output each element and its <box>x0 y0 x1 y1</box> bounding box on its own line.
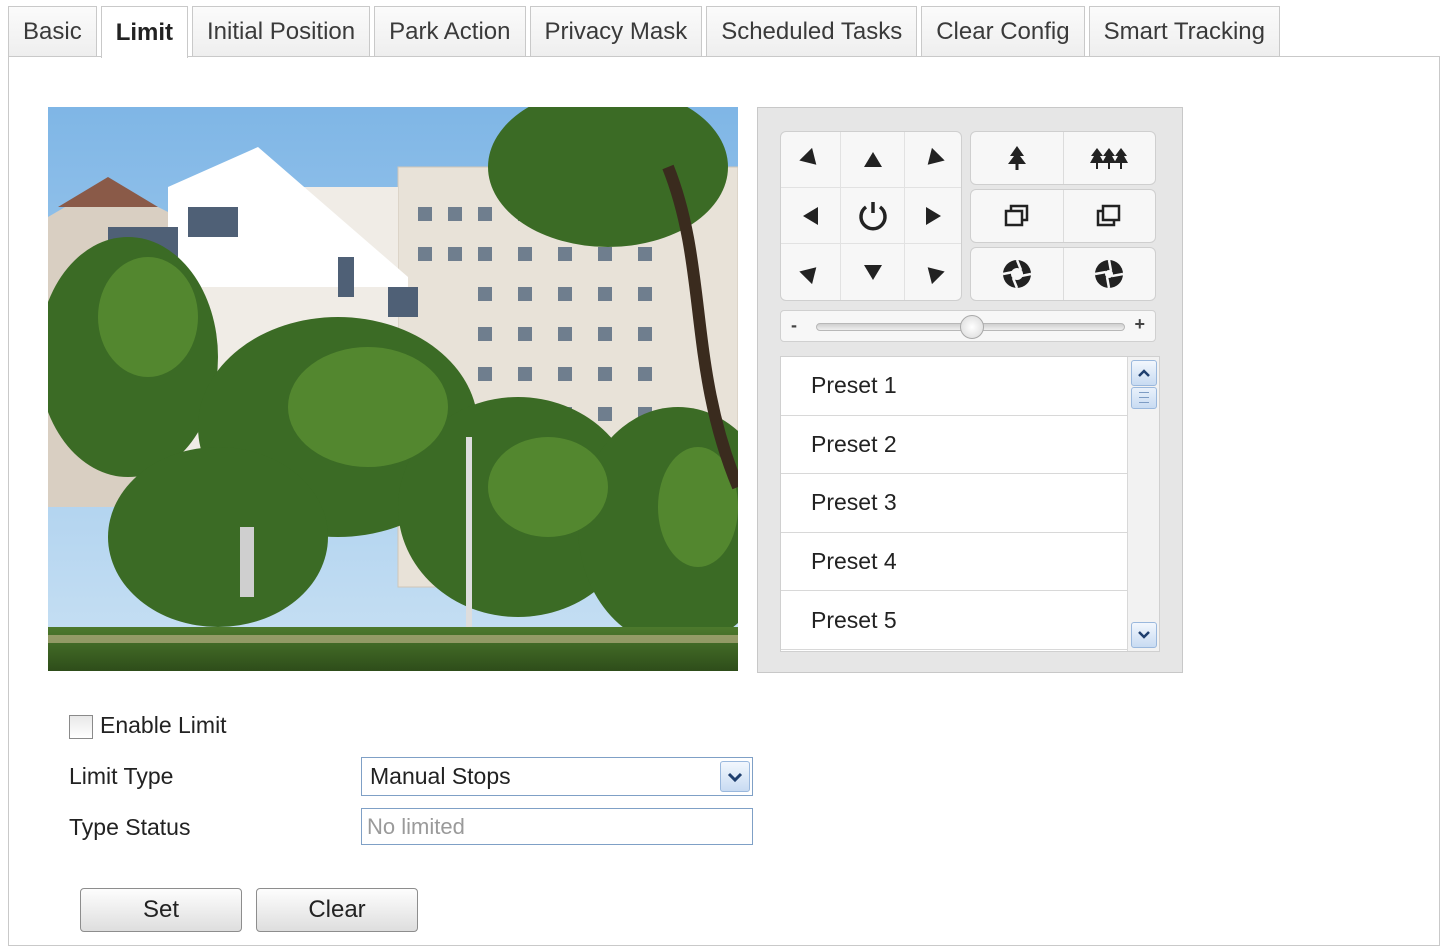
dropdown-button[interactable] <box>720 761 750 792</box>
focus-far-icon <box>1097 204 1121 227</box>
pan-down-left-icon <box>798 260 823 284</box>
preset-scrollbar[interactable] <box>1127 357 1159 651</box>
live-video-view[interactable] <box>48 107 738 671</box>
pan-left-button[interactable] <box>781 188 841 244</box>
zoom-in-button[interactable] <box>971 132 1063 184</box>
ptz-speed-slider[interactable]: - + <box>780 310 1156 342</box>
pan-right-icon <box>925 206 941 225</box>
preset-item[interactable]: Preset 1 <box>781 357 1128 416</box>
chevron-up-icon <box>1138 369 1150 377</box>
iris-close-icon <box>1095 259 1124 289</box>
type-status-field: No limited <box>361 808 753 845</box>
zoom-row <box>970 131 1156 185</box>
pan-up-right-button[interactable] <box>905 132 961 188</box>
type-status-label: Type Status <box>69 814 191 840</box>
pan-down-button[interactable] <box>841 244 905 300</box>
tab-smart-tracking[interactable]: Smart Tracking <box>1088 6 1280 57</box>
focus-near-button[interactable] <box>971 190 1063 242</box>
preset-item[interactable]: Preset 4 <box>781 533 1128 592</box>
focus-row <box>970 189 1156 243</box>
pan-up-button[interactable] <box>841 132 905 188</box>
enable-limit-checkbox[interactable] <box>69 715 93 739</box>
type-status-value: No limited <box>367 814 465 839</box>
tab-limit[interactable]: Limit <box>100 6 189 58</box>
pan-down-left-button[interactable] <box>781 244 841 300</box>
pan-up-right-icon <box>921 147 945 172</box>
tab-initial-position[interactable]: Initial Position <box>192 6 371 57</box>
pan-up-left-button[interactable] <box>781 132 841 188</box>
tab-basic[interactable]: Basic <box>8 6 97 57</box>
pan-down-icon <box>863 264 882 280</box>
pan-up-icon <box>863 152 882 167</box>
scroll-down-button[interactable] <box>1131 622 1157 648</box>
auto-pan-icon <box>858 201 887 230</box>
iris-close-button[interactable] <box>1062 248 1156 300</box>
pan-up-left-icon <box>798 147 823 172</box>
preset-item[interactable]: Preset 5 <box>781 591 1128 650</box>
pan-right-button[interactable] <box>905 188 961 244</box>
video-frame-image <box>48 107 738 671</box>
iris-row <box>970 247 1156 301</box>
iris-open-icon <box>1002 259 1031 289</box>
scroll-thumb[interactable] <box>1131 387 1157 409</box>
tab-privacy-mask[interactable]: Privacy Mask <box>529 6 703 57</box>
limit-type-select[interactable]: Manual Stops <box>361 757 753 796</box>
limit-type-value: Manual Stops <box>370 763 511 789</box>
enable-limit-label: Enable Limit <box>100 712 227 738</box>
lens-controls <box>970 131 1156 301</box>
direction-pad <box>780 131 962 301</box>
auto-pan-button[interactable] <box>841 188 905 244</box>
pan-down-right-button[interactable] <box>905 244 961 300</box>
speed-increase[interactable]: + <box>1134 314 1145 335</box>
tab-clear-config[interactable]: Clear Config <box>921 6 1085 57</box>
tab-park-action[interactable]: Park Action <box>374 6 526 57</box>
focus-far-button[interactable] <box>1062 190 1156 242</box>
limit-type-label: Limit Type <box>69 763 174 789</box>
chevron-down-icon <box>727 772 743 782</box>
chevron-down-icon <box>1138 631 1150 639</box>
speed-slider-thumb[interactable] <box>959 315 984 339</box>
focus-near-icon <box>1004 204 1028 227</box>
set-button[interactable]: Set <box>80 888 242 932</box>
iris-open-button[interactable] <box>971 248 1063 300</box>
preset-item[interactable]: Preset 2 <box>781 416 1128 475</box>
clear-button[interactable]: Clear <box>256 888 418 932</box>
speed-decrease[interactable]: - <box>791 315 797 336</box>
zoom-out-button[interactable] <box>1062 132 1156 184</box>
scroll-up-button[interactable] <box>1131 360 1157 386</box>
zoom-in-icon <box>1007 146 1026 170</box>
zoom-out-icon <box>1090 148 1129 169</box>
tab-bar: Basic Limit Initial Position Park Action… <box>8 6 1284 58</box>
ptz-control-panel: - + Preset 1 Preset 2 Preset 3 Preset 4 … <box>757 107 1183 673</box>
preset-list: Preset 1 Preset 2 Preset 3 Preset 4 Pres… <box>780 356 1160 652</box>
tab-scheduled-tasks[interactable]: Scheduled Tasks <box>706 6 918 57</box>
preset-item[interactable]: Preset 3 <box>781 474 1128 533</box>
pan-left-icon <box>803 206 818 225</box>
pan-down-right-icon <box>921 260 945 284</box>
